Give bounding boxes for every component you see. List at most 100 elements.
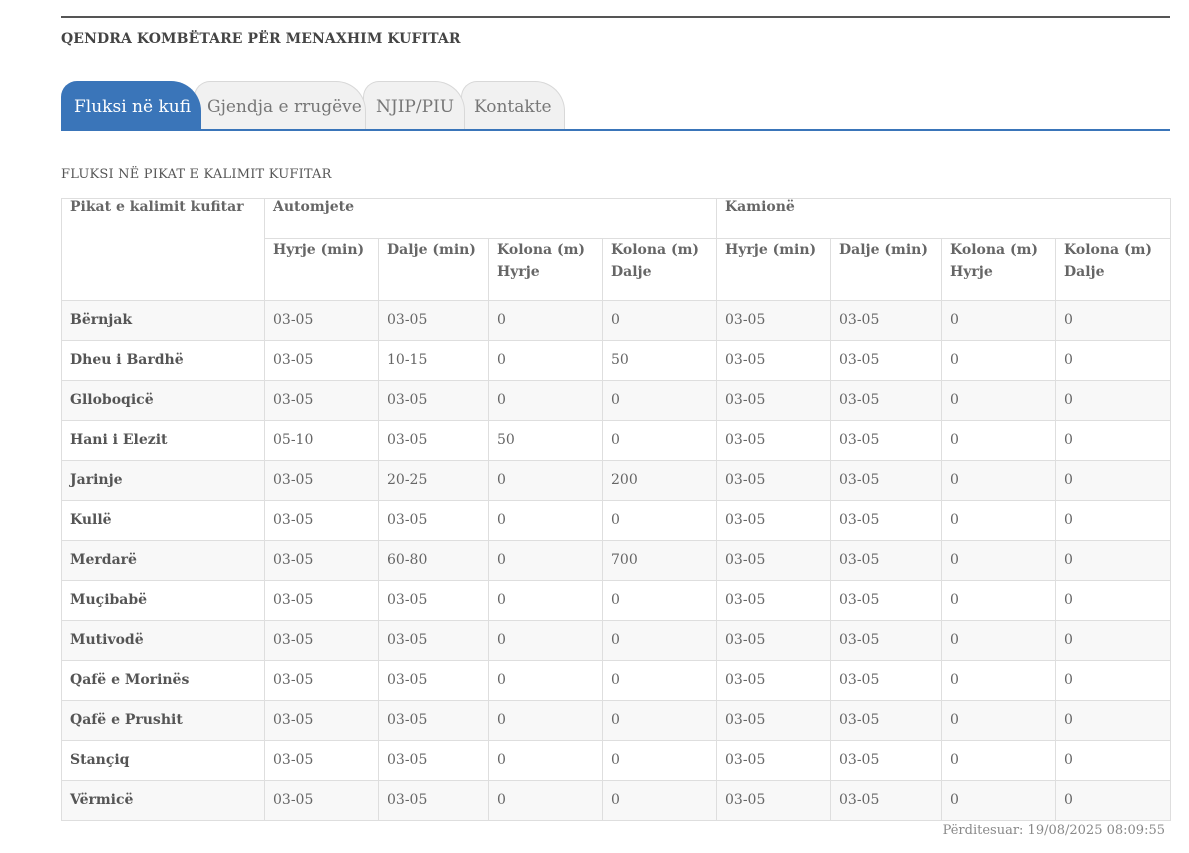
column-header: Hyrje (min) — [264, 238, 379, 301]
table-cell: 03-05 — [830, 620, 943, 661]
table-cell: 0 — [488, 300, 603, 341]
table-cell: 03-05 — [716, 620, 832, 661]
table-cell: 0 — [1055, 740, 1172, 781]
table-cell: 0 — [1055, 580, 1172, 621]
border-point-name: Stançiq — [61, 740, 265, 781]
table-cell: 0 — [601, 700, 718, 741]
table-cell: 03-05 — [716, 780, 832, 821]
table-cell: 03-05 — [378, 620, 489, 661]
table-cell: 0 — [1055, 540, 1172, 581]
border-point-name: Qafë e Prushit — [61, 700, 265, 741]
table-cell: 700 — [601, 540, 718, 581]
table-cell: 03-05 — [378, 380, 489, 421]
border-point-name: Jarinje — [61, 460, 265, 501]
table-cell: 03-05 — [264, 620, 379, 661]
tabs-underline — [61, 129, 1170, 131]
table-cell: 0 — [941, 340, 1057, 381]
table-cell: 03-05 — [716, 420, 832, 461]
border-point-name: Kullë — [61, 500, 265, 541]
table-cell: 03-05 — [264, 580, 379, 621]
table-cell: 03-05 — [830, 740, 943, 781]
table-cell: 200 — [601, 460, 718, 501]
table-cell: 50 — [601, 340, 718, 381]
table-cell: 03-05 — [264, 340, 379, 381]
table-cell: 03-05 — [830, 660, 943, 701]
table-cell: 03-05 — [264, 300, 379, 341]
table-cell: 05-10 — [264, 420, 379, 461]
group-header-kamione: Kamionë — [716, 198, 1172, 239]
table-cell: 0 — [488, 340, 603, 381]
table-cell: 03-05 — [264, 500, 379, 541]
table-cell: 03-05 — [830, 780, 943, 821]
table-row: Mutivodë 03-05 03-05 0 0 03-05 03-05 0 0 — [61, 620, 1172, 661]
table-cell: 03-05 — [830, 500, 943, 541]
last-updated: Përditesuar: 19/08/2025 08:09:55 — [942, 823, 1165, 838]
column-header: Kolona (m) Hyrje — [488, 238, 603, 301]
table-cell: 0 — [601, 380, 718, 421]
table-cell: 20-25 — [378, 460, 489, 501]
tab-kontakte[interactable]: Kontakte — [461, 81, 565, 131]
table-cell: 03-05 — [716, 700, 832, 741]
table-row: Glloboqicë 03-05 03-05 0 0 03-05 03-05 0 0 — [61, 380, 1172, 421]
table-cell: 0 — [488, 660, 603, 701]
table-cell: 0 — [601, 780, 718, 821]
table-cell: 03-05 — [716, 300, 832, 341]
table-cell: 0 — [1055, 380, 1172, 421]
table-cell: 03-05 — [716, 340, 832, 381]
table-cell: 03-05 — [716, 380, 832, 421]
table-cell: 03-05 — [830, 380, 943, 421]
table-row: Jarinje 03-05 20-25 0 200 03-05 03-05 0 0 — [61, 460, 1172, 501]
table-cell: 0 — [488, 540, 603, 581]
column-header: Kolona (m) Hyrje — [941, 238, 1057, 301]
table-cell: 0 — [1055, 460, 1172, 501]
tab-njip-piu[interactable]: NJIP/PIU — [363, 81, 465, 131]
border-point-name: Merdarë — [61, 540, 265, 581]
table-cell: 0 — [941, 380, 1057, 421]
table-cell: 0 — [1055, 500, 1172, 541]
group-header-automjete: Automjete — [263, 198, 718, 239]
table-cell: 03-05 — [378, 580, 489, 621]
table-cell: 03-05 — [264, 540, 379, 581]
tab-fluksi-ne-kufi[interactable]: Fluksi në kufi — [61, 81, 201, 131]
table-cell: 0 — [941, 660, 1057, 701]
table-cell: 03-05 — [264, 700, 379, 741]
table-cell: 0 — [941, 460, 1057, 501]
table-cell: 03-05 — [378, 780, 489, 821]
site-title: QENDRA KOMBËTARE PËR MENAXHIM KUFITAR — [61, 31, 461, 47]
border-point-name: Bërnjak — [61, 300, 265, 341]
table-cell: 0 — [1055, 300, 1172, 341]
table-row: Merdarë 03-05 60-80 0 700 03-05 03-05 0 0 — [61, 540, 1172, 581]
table-cell: 03-05 — [830, 420, 943, 461]
border-point-name: Qafë e Morinës — [61, 660, 265, 701]
table-cell: 03-05 — [830, 460, 943, 501]
column-header: Kolona (m) Dalje — [1055, 238, 1172, 301]
table-cell: 0 — [488, 780, 603, 821]
table-cell: 0 — [941, 620, 1057, 661]
table-cell: 03-05 — [830, 580, 943, 621]
table-cell: 03-05 — [378, 660, 489, 701]
table-cell: 03-05 — [264, 460, 379, 501]
table-row: Qafë e Prushit 03-05 03-05 0 0 03-05 03-05 0 0 — [61, 700, 1172, 741]
table-cell: 0 — [601, 500, 718, 541]
table-cell: 03-05 — [716, 540, 832, 581]
tab-gjendja-e-rrugeve[interactable]: Gjendja e rrugëve — [194, 81, 366, 131]
table-cell: 0 — [601, 620, 718, 661]
table-cell: 03-05 — [830, 300, 943, 341]
table-cell: 0 — [488, 740, 603, 781]
header-row-groups: Pikat e kalimit kufitar Automjete Kamion… — [61, 198, 1172, 301]
table-cell: 10-15 — [378, 340, 489, 381]
border-point-name: Glloboqicë — [61, 380, 265, 421]
table-cell: 0 — [941, 780, 1057, 821]
border-point-name: Muçibabë — [61, 580, 265, 621]
table-cell: 0 — [488, 580, 603, 621]
column-header: Hyrje (min) — [716, 238, 832, 301]
table-cell: 03-05 — [378, 300, 489, 341]
table-cell: 0 — [601, 740, 718, 781]
column-header: Kolona (m) Dalje — [601, 238, 718, 301]
table-cell: 0 — [941, 300, 1057, 341]
table-cell: 50 — [488, 420, 603, 461]
table-cell: 0 — [1055, 780, 1172, 821]
table-cell: 0 — [601, 300, 718, 341]
table-cell: 0 — [1055, 660, 1172, 701]
table-cell: 0 — [601, 580, 718, 621]
